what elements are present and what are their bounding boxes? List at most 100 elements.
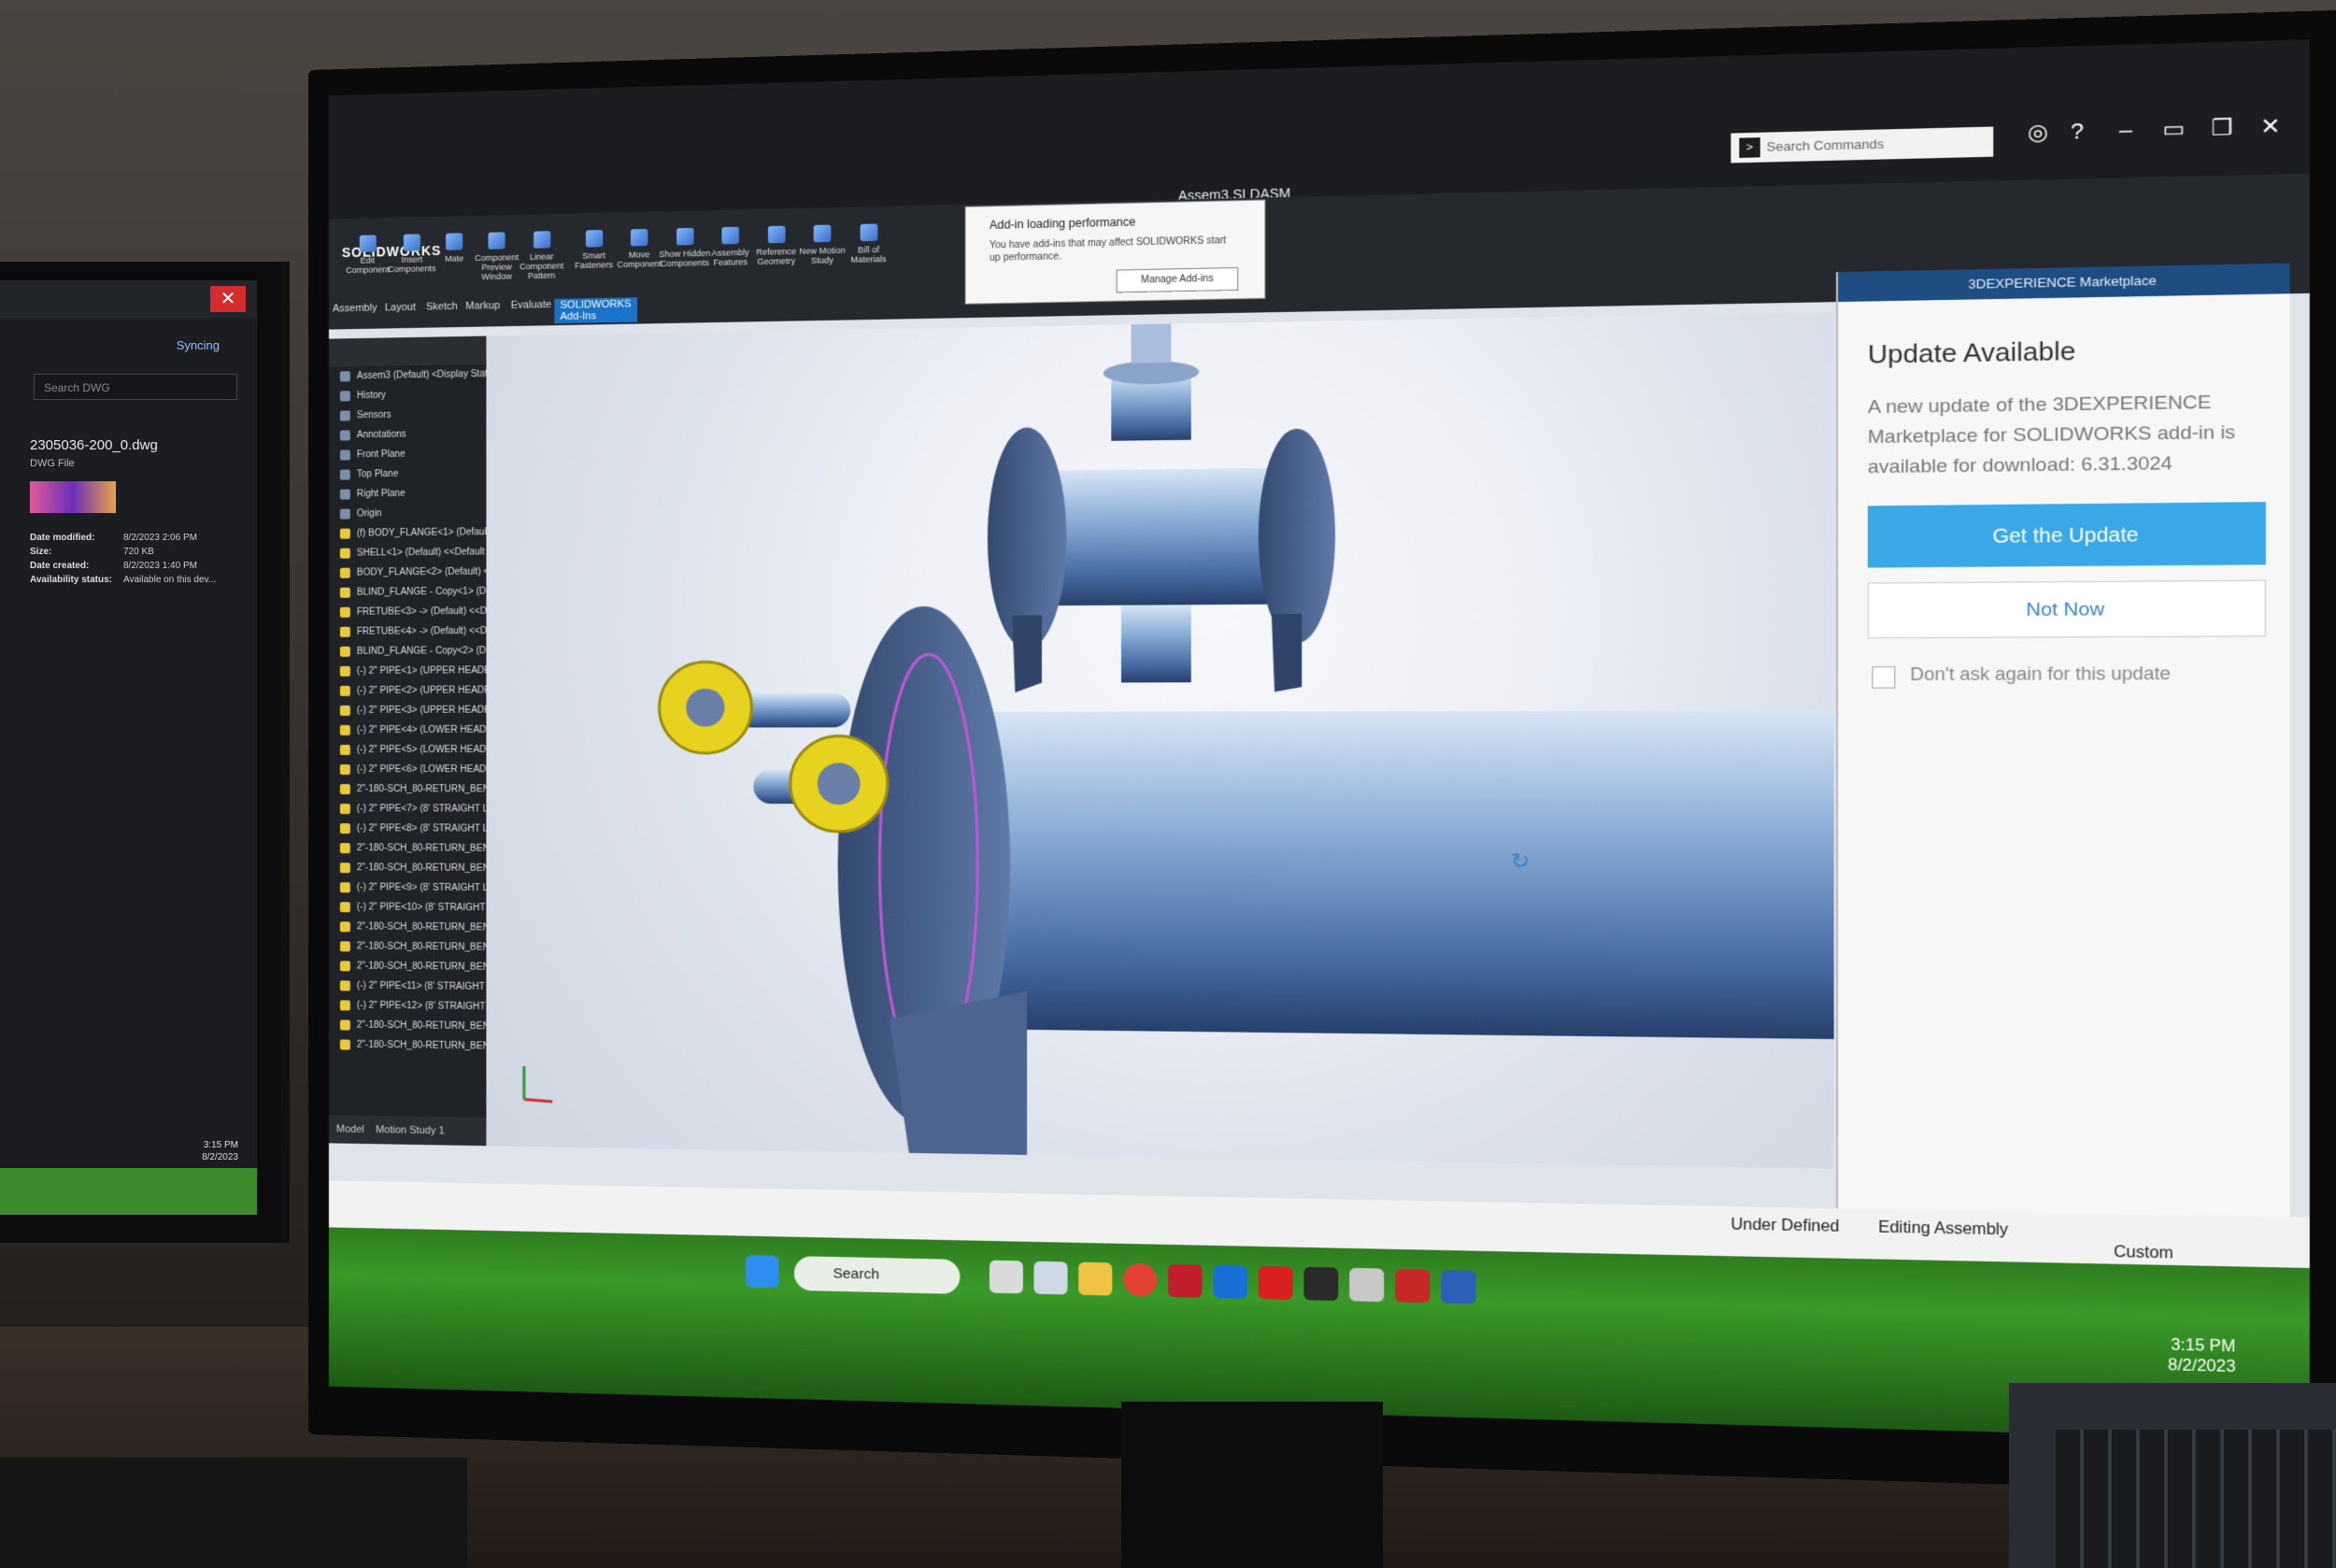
tree-item[interactable]: (f) BODY_FLANGE<1> (Default xyxy=(329,522,487,544)
tree-item[interactable]: 2"-180-SCH_80-RETURN_BEND xyxy=(329,779,487,799)
tree-item[interactable]: Sensors xyxy=(329,404,487,426)
property-key: Date modified: xyxy=(30,531,123,545)
manage-addins-button[interactable]: Manage Add-ins xyxy=(1117,267,1239,292)
tree-item[interactable]: (-) 2" PIPE<7> (8' STRAIGHT L xyxy=(329,799,487,820)
model-tabs: Model Motion Study 1 xyxy=(329,1115,487,1146)
windows-start-icon[interactable] xyxy=(746,1255,778,1288)
file-explorer-icon[interactable] xyxy=(1078,1262,1112,1296)
left-clock: 3:15 PM 8/2/2023 xyxy=(202,1139,238,1163)
taskbar-time: 3:15 PM xyxy=(2168,1335,2236,1357)
tree-item-label: 2"-180-SCH_80-RETURN_BEND xyxy=(357,921,487,933)
command-tab[interactable]: Sketch xyxy=(426,301,458,313)
tree-item[interactable]: (-) 2" PIPE<4> (LOWER HEAD xyxy=(329,720,487,740)
tree-item[interactable]: (-) 2" PIPE<1> (UPPER HEADE xyxy=(329,661,487,681)
not-now-button[interactable]: Not Now xyxy=(1868,580,2266,639)
ribbon-button-icon xyxy=(534,231,550,249)
tree-item[interactable]: 2"-180-SCH_80-RETURN_BEND xyxy=(329,1034,487,1056)
tree-item[interactable]: Origin xyxy=(329,503,487,524)
feature-icon xyxy=(340,509,350,520)
taskbar-search-label: Search xyxy=(833,1265,879,1282)
part-icon xyxy=(340,941,350,951)
property-row: Date created: 8/2/2023 1:40 PM xyxy=(30,559,216,573)
store-icon[interactable] xyxy=(1033,1262,1067,1295)
command-tab[interactable]: Layout xyxy=(385,302,416,314)
tree-item-label: FRETUBE<4> -> (Default) <<D xyxy=(357,626,487,637)
graphics-area[interactable]: ↻ xyxy=(486,312,1833,1169)
dont-ask-checkbox[interactable] xyxy=(1872,666,1895,689)
tree-item[interactable]: Front Plane xyxy=(329,443,487,464)
part-icon xyxy=(340,627,350,637)
close-icon[interactable]: ✕ xyxy=(210,286,246,312)
dont-ask-label: Don't ask again for this update xyxy=(1910,663,2171,685)
lower-flange-bore xyxy=(818,763,861,805)
tree-item[interactable]: (-) 2" PIPE<5> (LOWER HEAD xyxy=(329,740,487,760)
tree-item[interactable]: FRETUBE<4> -> (Default) <<D xyxy=(329,621,487,642)
units-selector[interactable]: Custom xyxy=(2114,1244,2173,1263)
task-view-icon[interactable] xyxy=(990,1261,1023,1294)
maximize-icon[interactable]: ❐ xyxy=(2212,115,2233,142)
taskbar-search[interactable]: Search xyxy=(794,1256,960,1294)
solidworks-icon[interactable] xyxy=(1168,1264,1202,1298)
tree-item[interactable]: History xyxy=(329,384,487,406)
tree-root[interactable]: Assem3 (Default) <Display State-1> xyxy=(329,364,487,387)
tree-item[interactable]: BLIND_FLANGE - Copy<2> (D xyxy=(329,641,487,662)
tree-item-label: 2"-180-SCH_80-RETURN_BEND xyxy=(357,961,487,972)
nvidia-icon[interactable] xyxy=(1303,1267,1338,1301)
ribbon-button-label: Edit Component xyxy=(346,255,390,275)
addin-notification: Add-in loading performance You have add-… xyxy=(965,199,1266,304)
tree-item[interactable]: FRETUBE<3> -> (Default) <<D xyxy=(329,602,487,622)
ribbon-button-label: Component Preview Window xyxy=(475,252,519,281)
upper-assembly xyxy=(988,321,1335,692)
snipping-tool-icon[interactable] xyxy=(1349,1268,1384,1302)
tree-item[interactable]: (-) 2" PIPE<2> (UPPER HEADE xyxy=(329,680,487,701)
tree-item[interactable]: 2"-180-SCH_80-RETURN_BEND xyxy=(329,956,487,977)
tree-item[interactable]: BODY_FLANGE<2> (Default) < xyxy=(329,562,487,582)
tree-item[interactable]: (-) 2" PIPE<11> (8' STRAIGHT xyxy=(329,976,487,997)
tree-item[interactable]: (-) 2" PIPE<9> (8' STRAIGHT L xyxy=(329,877,487,898)
ribbon-button-icon xyxy=(488,232,505,249)
tree-item[interactable]: (-) 2" PIPE<8> (8' STRAIGHT L xyxy=(329,819,487,839)
ribbon-button[interactable]: Linear Component Pattern xyxy=(514,231,569,281)
outlook-icon[interactable] xyxy=(1213,1265,1247,1299)
command-tab[interactable]: Evaluate xyxy=(511,299,551,311)
chrome-icon[interactable] xyxy=(1123,1263,1157,1297)
tree-item[interactable]: 2"-180-SCH_80-RETURN_BEND xyxy=(329,1015,487,1036)
tree-item-label: (-) 2" PIPE<6> (LOWER HEAD xyxy=(357,764,487,775)
tree-item[interactable]: 2"-180-SCH_80-RETURN_BEND xyxy=(329,917,487,937)
tree-item[interactable]: 2"-180-SCH_80-RETURN_BEND xyxy=(329,838,487,859)
tree-item[interactable]: (-) 2" PIPE<3> (UPPER HEADE xyxy=(329,701,487,720)
taskbar-clock[interactable]: 3:15 PM 8/2/2023 xyxy=(2168,1335,2236,1377)
ribbon-button[interactable]: Bill of Materials xyxy=(840,223,897,264)
close-icon[interactable]: ✕ xyxy=(2260,113,2281,140)
marketplace-task-pane: 3DEXPERIENCE Marketplace Update Availabl… xyxy=(1836,264,2290,1218)
tree-item[interactable]: (-) 2" PIPE<10> (8' STRAIGHT xyxy=(329,897,487,918)
get-update-button[interactable]: Get the Update xyxy=(1868,502,2266,567)
main-monitor: > Search Commands ◎ ? – ▭ ❐ ✕ Assem3.SLD… xyxy=(308,9,2336,1494)
tree-item[interactable]: BLIND_FLANGE - Copy<1> (Def xyxy=(329,582,487,603)
search-input[interactable]: Search DWG xyxy=(34,374,237,400)
command-tab[interactable]: Markup xyxy=(465,300,500,312)
tree-item[interactable]: (-) 2" PIPE<6> (LOWER HEAD xyxy=(329,760,487,779)
tree-item[interactable]: 2"-180-SCH_80-RETURN_BEND xyxy=(329,858,487,878)
command-tab[interactable]: SOLIDWORKS Add-Ins xyxy=(554,297,636,323)
tree-item[interactable]: (-) 2" PIPE<12> (8' STRAIGHT xyxy=(329,995,487,1017)
help-icon[interactable]: ? xyxy=(2071,119,2084,145)
tree-item[interactable]: SHELL<1> (Default) <<Default xyxy=(329,542,487,563)
tab-motion-study[interactable]: Motion Study 1 xyxy=(376,1124,445,1136)
search-commands-input[interactable]: > Search Commands xyxy=(1731,127,1993,164)
user-icon[interactable]: ◎ xyxy=(2028,120,2048,146)
restore-icon[interactable]: ▭ xyxy=(2162,116,2185,143)
tree-item[interactable]: Right Plane xyxy=(329,483,487,505)
part-icon xyxy=(340,568,350,578)
tab-model[interactable]: Model xyxy=(336,1123,364,1135)
word-icon[interactable] xyxy=(1441,1270,1475,1304)
minimize-icon[interactable]: – xyxy=(2119,117,2132,143)
tree-item[interactable]: Top Plane xyxy=(329,463,487,485)
acrobat-icon[interactable] xyxy=(1259,1266,1293,1300)
tree-item[interactable]: 2"-180-SCH_80-RETURN_BEND xyxy=(329,936,487,958)
tree-item[interactable]: Annotations xyxy=(329,423,487,445)
lower-assembly xyxy=(660,601,1834,1169)
autocad-icon[interactable] xyxy=(1395,1269,1430,1303)
tree-item-label: History xyxy=(357,391,386,402)
command-tab[interactable]: Assembly xyxy=(333,303,377,315)
